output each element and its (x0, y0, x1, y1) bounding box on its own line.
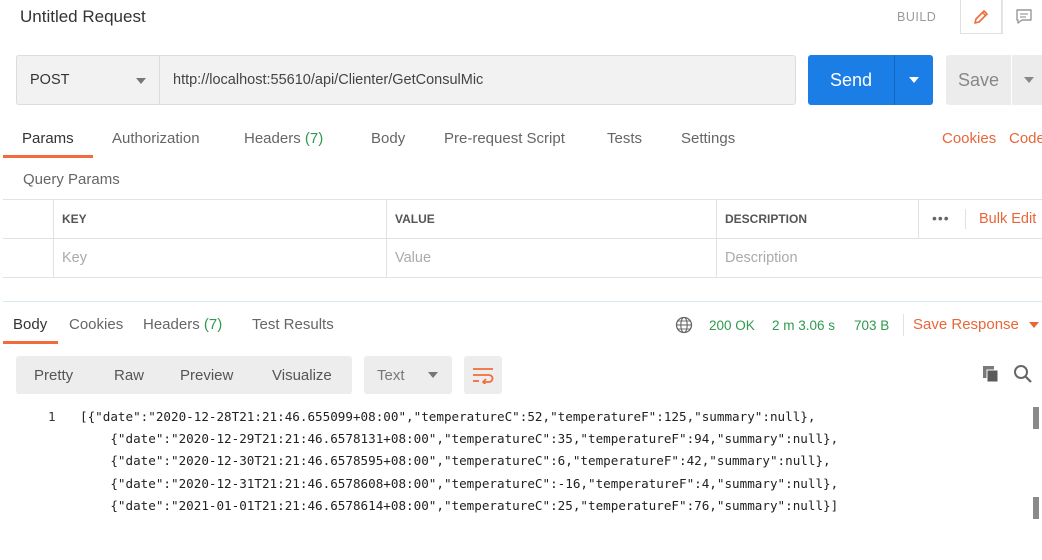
headers-count: (7) (304, 130, 324, 147)
pane-divider[interactable] (3, 301, 1042, 302)
active-tab-indicator (3, 155, 93, 158)
description-input[interactable]: Description (716, 239, 1042, 277)
resp-tab-headers[interactable]: Headers (7) (143, 316, 222, 333)
code-link[interactable]: Code (1009, 130, 1042, 147)
query-params-table: KEY VALUE DESCRIPTION ••• Bulk Edit Key … (3, 199, 1042, 278)
caret-down-icon (1024, 77, 1034, 83)
view-mode-group: Pretty Raw Preview Visualize (16, 356, 352, 394)
cookies-link[interactable]: Cookies (942, 130, 996, 147)
copy-icon[interactable] (981, 364, 1001, 384)
status-divider (903, 314, 904, 336)
active-response-tab-indicator (3, 341, 58, 344)
request-title[interactable]: Untitled Request (20, 7, 146, 27)
tab-tests[interactable]: Tests (607, 130, 642, 147)
format-value: Text (377, 366, 405, 384)
comments-button[interactable] (1002, 0, 1042, 34)
save-response-label: Save Response (913, 316, 1019, 333)
resp-tab-test-results[interactable]: Test Results (252, 316, 334, 333)
tab-pre-request-script[interactable]: Pre-request Script (444, 130, 565, 147)
table-actions: ••• Bulk Edit (918, 200, 1042, 238)
code-line: {"date":"2020-12-31T21:21:46.6578608+08:… (80, 476, 839, 491)
column-value: VALUE (386, 200, 716, 238)
response-size[interactable]: 703 B (854, 318, 889, 333)
build-label[interactable]: BUILD (897, 10, 936, 24)
column-description: DESCRIPTION (716, 200, 918, 238)
send-button[interactable]: Send (808, 55, 894, 105)
globe-icon[interactable] (675, 316, 693, 334)
tab-headers[interactable]: Headers (7) (244, 130, 323, 147)
method-select[interactable]: POST (16, 55, 160, 105)
response-body-editor[interactable]: 1 [{"date":"2020-12-28T21:21:46.655099+0… (0, 405, 1042, 530)
code-line: {"date":"2020-12-29T21:21:46.6578131+08:… (80, 431, 839, 446)
status-code[interactable]: 200 OK (709, 318, 755, 333)
tab-params[interactable]: Params (22, 130, 74, 147)
request-tabs: Params Authorization Headers (7) Body Pr… (0, 126, 1042, 158)
response-tabs: Body Cookies Headers (7) Test Results 20… (0, 310, 1042, 344)
view-visualize-button[interactable]: Visualize (272, 356, 332, 394)
format-select[interactable]: Text (364, 356, 452, 394)
tab-body[interactable]: Body (371, 130, 405, 147)
more-options-icon[interactable]: ••• (932, 210, 950, 226)
url-value: http://localhost:55610/api/Clienter/GetC… (173, 72, 484, 88)
code-line: {"date":"2020-12-30T21:21:46.6578595+08:… (80, 453, 831, 468)
save-button[interactable]: Save (946, 55, 1011, 105)
actions-divider (965, 209, 966, 229)
pencil-icon (974, 9, 988, 24)
scroll-marker[interactable] (1033, 407, 1039, 429)
key-input[interactable]: Key (53, 239, 386, 277)
code-line: {"date":"2021-01-01T21:21:46.6578614+08:… (80, 498, 839, 513)
send-options-button[interactable] (894, 55, 933, 105)
title-bar: Untitled Request BUILD (0, 0, 1042, 34)
response-time[interactable]: 2 m 3.06 s (772, 318, 835, 333)
chevron-down-icon (136, 78, 146, 84)
wrap-icon (473, 368, 494, 384)
scroll-marker[interactable] (1033, 497, 1039, 519)
caret-down-icon (1029, 322, 1040, 329)
resp-headers-label: Headers (143, 316, 200, 333)
column-key: KEY (53, 200, 386, 238)
caret-down-icon (909, 77, 919, 83)
url-input[interactable]: http://localhost:55610/api/Clienter/GetC… (159, 55, 796, 105)
query-params-label: Query Params (23, 171, 120, 188)
save-response-button[interactable]: Save Response (913, 316, 1040, 333)
edit-button[interactable] (960, 0, 1002, 34)
tab-headers-label: Headers (244, 130, 301, 147)
resp-headers-count: (7) (203, 316, 223, 333)
chevron-down-icon (428, 372, 438, 378)
tab-settings[interactable]: Settings (681, 130, 735, 147)
wrap-lines-button[interactable] (464, 356, 502, 394)
bulk-edit-link[interactable]: Bulk Edit (979, 211, 1036, 227)
method-value: POST (30, 72, 70, 88)
table-header-row: KEY VALUE DESCRIPTION ••• Bulk Edit (3, 200, 1042, 239)
code-line: [{"date":"2020-12-28T21:21:46.655099+08:… (80, 409, 816, 424)
tab-authorization[interactable]: Authorization (112, 130, 200, 147)
save-options-button[interactable] (1012, 55, 1042, 105)
resp-tab-cookies[interactable]: Cookies (69, 316, 123, 333)
view-preview-button[interactable]: Preview (180, 356, 233, 394)
view-raw-button[interactable]: Raw (114, 356, 144, 394)
comment-icon (1015, 9, 1032, 24)
view-pretty-button[interactable]: Pretty (34, 356, 73, 394)
line-number: 1 (48, 409, 56, 424)
search-icon[interactable] (1013, 364, 1033, 384)
resp-tab-body[interactable]: Body (13, 316, 47, 333)
value-input[interactable]: Value (386, 239, 716, 277)
table-row: Key Value Description (3, 239, 1042, 278)
